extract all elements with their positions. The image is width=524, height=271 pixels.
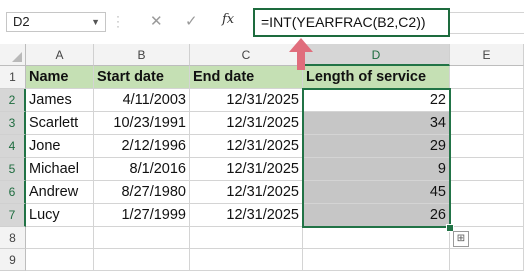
cell-b3[interactable]: 10/23/1991 (94, 112, 190, 135)
cell-d8[interactable] (303, 227, 450, 249)
chevron-down-icon[interactable]: ▼ (91, 13, 100, 31)
cell-b7[interactable]: 1/27/1999 (94, 204, 190, 227)
cell-c5[interactable]: 12/31/2025 (190, 158, 303, 181)
cell-d6[interactable]: 45 (303, 181, 450, 204)
cell-a6[interactable]: Andrew (26, 181, 94, 204)
name-box-value: D2 (13, 14, 30, 29)
column-header-e[interactable]: E (450, 44, 524, 66)
cell-b4[interactable]: 2/12/1996 (94, 135, 190, 158)
cell-c2[interactable]: 12/31/2025 (190, 89, 303, 112)
cell-b9[interactable] (94, 249, 190, 271)
cell-d5[interactable]: 9 (303, 158, 450, 181)
cell-a5[interactable]: Michael (26, 158, 94, 181)
cell-d4[interactable]: 29 (303, 135, 450, 158)
cell-a2[interactable]: James (26, 89, 94, 112)
column-header-d[interactable]: D (303, 44, 450, 66)
row-header-4[interactable]: 4 (0, 135, 26, 158)
cell-b8[interactable] (94, 227, 190, 249)
cell-e3[interactable] (450, 112, 524, 135)
row-header-6[interactable]: 6 (0, 181, 26, 204)
cell-b2[interactable]: 4/11/2003 (94, 89, 190, 112)
row-header-2[interactable]: 2 (0, 89, 26, 112)
select-all-button[interactable] (0, 44, 26, 66)
row-header-3[interactable]: 3 (0, 112, 26, 135)
cell-e2[interactable] (450, 89, 524, 112)
cell-e6[interactable] (450, 181, 524, 204)
formula-bar: D2 ▼ · · · ✕ ✓ fx =INT(YEARFRAC(B2,C2)) (0, 0, 524, 44)
cell-c4[interactable]: 12/31/2025 (190, 135, 303, 158)
cell-c6[interactable]: 12/31/2025 (190, 181, 303, 204)
drag-handle-icon[interactable]: · · · (116, 10, 120, 32)
row-header-7[interactable]: 7 (0, 204, 26, 227)
cell-a7[interactable]: Lucy (26, 204, 94, 227)
cell-d1[interactable]: Length of service (303, 66, 450, 89)
cell-b5[interactable]: 8/1/2016 (94, 158, 190, 181)
row-header-8[interactable]: 8 (0, 227, 26, 249)
cell-b6[interactable]: 8/27/1980 (94, 181, 190, 204)
cell-a1[interactable]: Name (26, 66, 94, 89)
quick-analysis-icon[interactable]: ⊞ (453, 231, 469, 247)
cell-e4[interactable] (450, 135, 524, 158)
cell-a9[interactable] (26, 249, 94, 271)
column-header-b[interactable]: B (94, 44, 190, 66)
cell-b1[interactable]: Start date (94, 66, 190, 89)
cell-a3[interactable]: Scarlett (26, 112, 94, 135)
cancel-icon[interactable]: ✕ (150, 12, 163, 30)
cell-c9[interactable] (190, 249, 303, 271)
cell-a8[interactable] (26, 227, 94, 249)
cell-c1[interactable]: End date (190, 66, 303, 89)
arrow-shaft (297, 50, 305, 70)
cell-d9[interactable] (303, 249, 450, 271)
enter-icon[interactable]: ✓ (185, 12, 198, 30)
cell-d7[interactable]: 26 (303, 204, 450, 227)
cell-d3[interactable]: 34 (303, 112, 450, 135)
insert-function-icon[interactable]: fx (222, 12, 234, 27)
name-box[interactable]: D2 ▼ (6, 12, 106, 32)
formula-input[interactable]: =INT(YEARFRAC(B2,C2)) (253, 8, 450, 37)
cell-e7[interactable] (450, 204, 524, 227)
column-header-c[interactable]: C (190, 44, 303, 66)
cell-c8[interactable] (190, 227, 303, 249)
row-header-1[interactable]: 1 (0, 66, 26, 89)
cell-a4[interactable]: Jone (26, 135, 94, 158)
cell-e9[interactable] (450, 249, 524, 271)
cell-d2[interactable]: 22 (303, 89, 450, 112)
row-header-9[interactable]: 9 (0, 249, 26, 271)
cell-e5[interactable] (450, 158, 524, 181)
column-header-a[interactable]: A (26, 44, 94, 66)
formula-input-extension[interactable] (450, 12, 524, 34)
cell-c7[interactable]: 12/31/2025 (190, 204, 303, 227)
row-header-5[interactable]: 5 (0, 158, 26, 181)
cell-e1[interactable] (450, 66, 524, 89)
cell-c3[interactable]: 12/31/2025 (190, 112, 303, 135)
